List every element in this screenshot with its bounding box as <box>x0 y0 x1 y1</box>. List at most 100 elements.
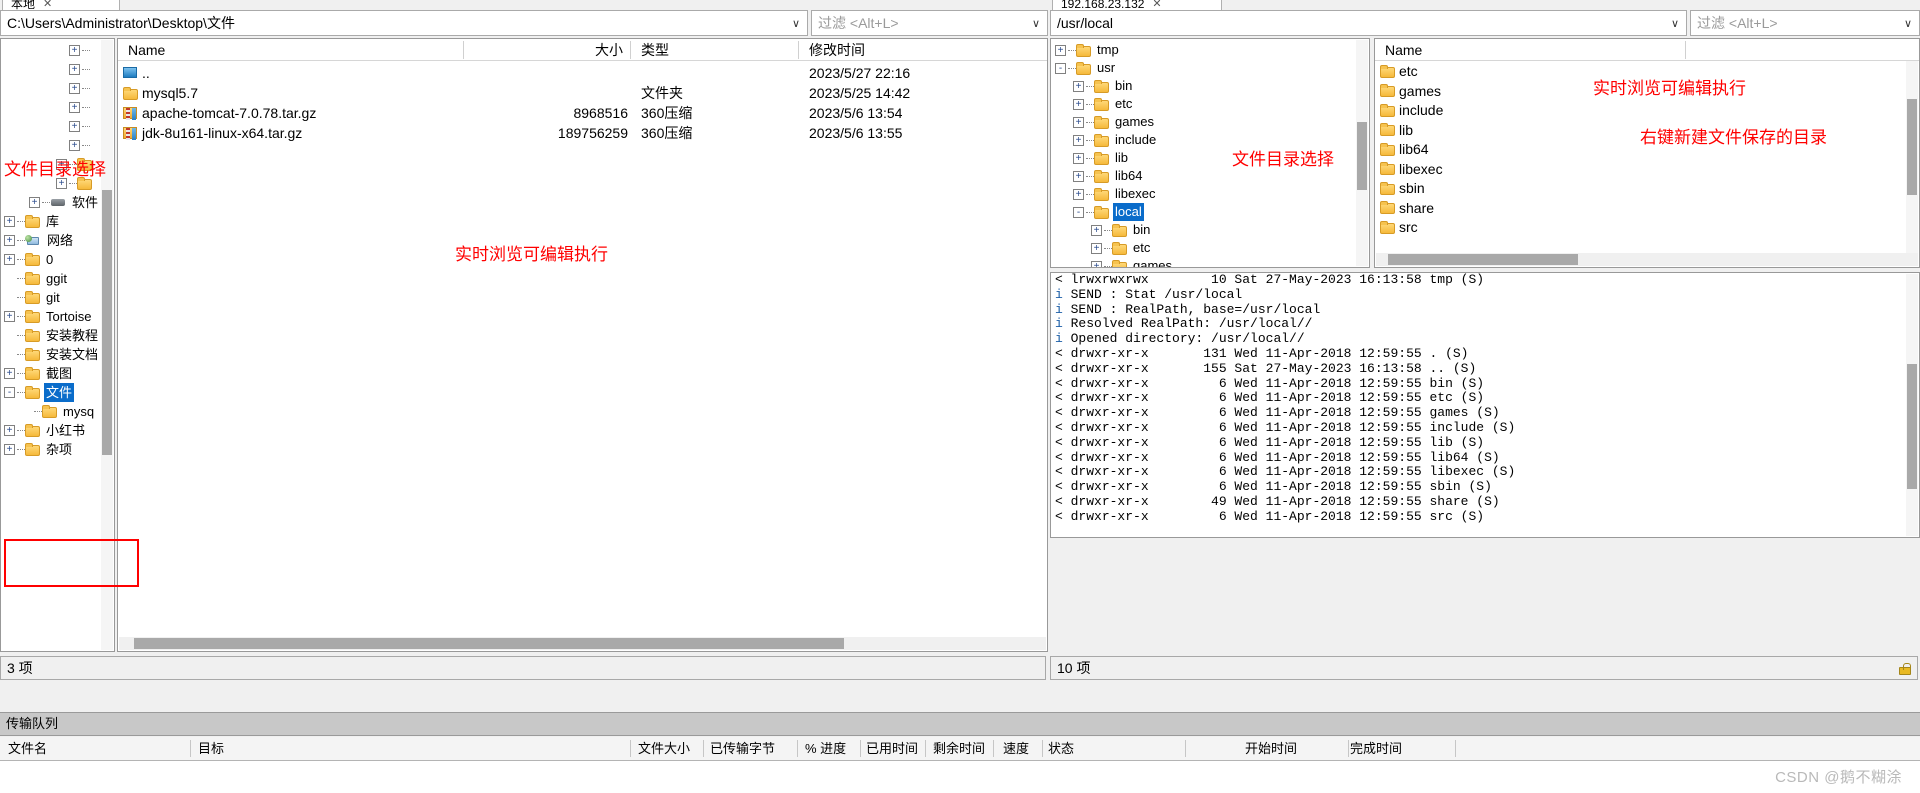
expand-icon[interactable]: + <box>1073 188 1084 200</box>
column-divider[interactable] <box>798 41 799 59</box>
table-row[interactable]: jdk-8u161-linux-x64.tar.gz 189756259 360压缩… <box>118 123 1047 143</box>
chevron-down-icon[interactable]: ∨ <box>1666 17 1684 30</box>
expand-icon[interactable]: + <box>69 64 80 75</box>
message-log[interactable]: < lrwxrwxrwx 10 Sat 27-May-2023 16:13:58… <box>1050 272 1920 538</box>
tree-node[interactable]: + 杂项 <box>1 440 114 459</box>
tree-node[interactable]: + <box>1 79 114 98</box>
expand-icon[interactable]: + <box>1091 242 1102 254</box>
queue-column-divider[interactable] <box>1348 740 1349 757</box>
queue-column-header[interactable]: 目标 <box>198 737 224 760</box>
local-filter-combobox[interactable]: 过滤 <Alt+L> ∨ <box>811 10 1048 36</box>
tree-node[interactable]: + libexec <box>1051 185 1369 203</box>
tree-node[interactable]: + <box>1 41 114 60</box>
transfer-queue-body[interactable] <box>0 761 1920 793</box>
remote-list-hscrollbar[interactable] <box>1376 253 1918 266</box>
tree-node[interactable]: + Tortoise <box>1 307 114 326</box>
queue-column-header[interactable]: 剩余时间 <box>933 737 985 760</box>
column-header-size[interactable]: 大小 <box>473 39 628 61</box>
queue-column-header[interactable]: % 进度 <box>805 737 846 760</box>
queue-column-header[interactable]: 文件名 <box>8 737 47 760</box>
expand-icon[interactable]: + <box>1073 116 1084 128</box>
tree-node[interactable]: + games <box>1051 257 1369 267</box>
collapse-icon[interactable]: - <box>4 387 15 398</box>
queue-column-divider[interactable] <box>703 740 704 757</box>
expand-icon[interactable]: + <box>69 121 80 132</box>
column-divider[interactable] <box>630 41 631 59</box>
queue-column-divider[interactable] <box>860 740 861 757</box>
local-file-list[interactable]: Name 大小 类型 修改时间 .. 2023/5/27 22:16 mysql5.7 文件… <box>117 38 1048 652</box>
queue-column-header[interactable]: 完成时间 <box>1350 737 1402 760</box>
tree-node[interactable]: + etc <box>1051 239 1369 257</box>
expand-icon[interactable]: + <box>69 102 80 113</box>
queue-column-header[interactable]: 已用时间 <box>866 737 918 760</box>
tree-node[interactable]: + <box>1 98 114 117</box>
queue-column-header[interactable]: 已传输字节 <box>710 737 775 760</box>
expand-icon[interactable]: + <box>1055 44 1066 56</box>
expand-icon[interactable]: + <box>4 311 15 322</box>
tree-node[interactable]: git <box>1 288 114 307</box>
table-row[interactable]: libexec <box>1375 159 1919 179</box>
expand-icon[interactable]: + <box>1073 170 1084 182</box>
table-row[interactable]: share <box>1375 198 1919 218</box>
local-path-combobox[interactable]: C:\Users\Administrator\Desktop\文件 ∨ <box>0 10 808 36</box>
queue-column-divider[interactable] <box>1455 740 1456 757</box>
queue-column-divider[interactable] <box>1042 740 1043 757</box>
tree-node[interactable]: + <box>1 136 114 155</box>
expand-icon[interactable]: + <box>1073 80 1084 92</box>
tree-node[interactable]: + <box>1 60 114 79</box>
tree-node[interactable]: + <box>1 117 114 136</box>
expand-icon[interactable]: + <box>4 235 15 246</box>
tree-node[interactable]: + 小红书 <box>1 421 114 440</box>
expand-icon[interactable]: + <box>69 83 80 94</box>
column-divider[interactable] <box>1685 41 1686 59</box>
table-row[interactable]: src <box>1375 217 1919 237</box>
expand-icon[interactable]: + <box>29 197 40 208</box>
column-header-type[interactable]: 类型 <box>636 39 796 61</box>
expand-icon[interactable]: + <box>69 140 80 151</box>
column-header-name[interactable]: Name <box>1380 39 1680 61</box>
chevron-down-icon[interactable]: ∨ <box>1027 17 1045 30</box>
tree-node[interactable]: + 库 <box>1 212 114 231</box>
remote-filter-combobox[interactable]: 过滤 <Alt+L> ∨ <box>1690 10 1920 36</box>
tree-node[interactable]: + games <box>1051 113 1369 131</box>
collapse-icon[interactable]: - <box>1073 206 1084 218</box>
queue-column-divider[interactable] <box>1185 740 1186 757</box>
expand-icon[interactable]: + <box>4 368 15 379</box>
remote-tree-vscrollbar[interactable] <box>1356 40 1368 266</box>
tree-node[interactable]: ggit <box>1 269 114 288</box>
queue-column-header[interactable]: 速度 <box>1003 737 1029 760</box>
expand-icon[interactable]: + <box>1091 224 1102 236</box>
tree-node[interactable]: + bin <box>1051 221 1369 239</box>
tree-node[interactable]: +0 <box>1 250 114 269</box>
queue-column-header[interactable]: 开始时间 <box>1245 737 1297 760</box>
remote-list-vscrollbar[interactable] <box>1906 61 1918 253</box>
tree-node[interactable]: + 软件 ( <box>1 193 114 212</box>
tree-node[interactable]: - usr <box>1051 59 1369 77</box>
chevron-down-icon[interactable]: ∨ <box>1899 17 1917 30</box>
remote-path-combobox[interactable]: /usr/local ∨ <box>1050 10 1687 36</box>
table-row[interactable]: apache-tomcat-7.0.78.tar.gz 8968516 360压缩 2… <box>118 103 1047 123</box>
expand-icon[interactable]: + <box>69 45 80 56</box>
expand-icon[interactable]: + <box>1073 152 1084 164</box>
table-row[interactable]: .. 2023/5/27 22:16 <box>118 63 1047 83</box>
tree-node[interactable]: + 截图 <box>1 364 114 383</box>
tree-node[interactable]: + 网络 <box>1 231 114 250</box>
tree-node[interactable]: + tmp <box>1051 41 1369 59</box>
local-tree-vscrollbar[interactable] <box>101 40 113 650</box>
expand-icon[interactable]: + <box>1073 98 1084 110</box>
queue-column-divider[interactable] <box>797 740 798 757</box>
tree-node[interactable]: - local <box>1051 203 1369 221</box>
tree-node[interactable]: - 文件 <box>1 383 114 402</box>
expand-icon[interactable]: + <box>1073 134 1084 146</box>
queue-column-divider[interactable] <box>190 740 191 757</box>
expand-icon[interactable]: + <box>4 425 15 436</box>
column-divider[interactable] <box>463 41 464 59</box>
tree-node[interactable]: mysq <box>1 402 114 421</box>
local-list-hscrollbar[interactable] <box>119 637 1046 650</box>
queue-column-divider[interactable] <box>993 740 994 757</box>
tree-node[interactable]: + etc <box>1051 95 1369 113</box>
chevron-down-icon[interactable]: ∨ <box>787 17 805 30</box>
log-vscrollbar[interactable] <box>1906 274 1918 536</box>
remote-file-list[interactable]: Name etc games include lib lib64 libexec sbin s… <box>1374 38 1920 268</box>
expand-icon[interactable]: + <box>4 254 15 265</box>
